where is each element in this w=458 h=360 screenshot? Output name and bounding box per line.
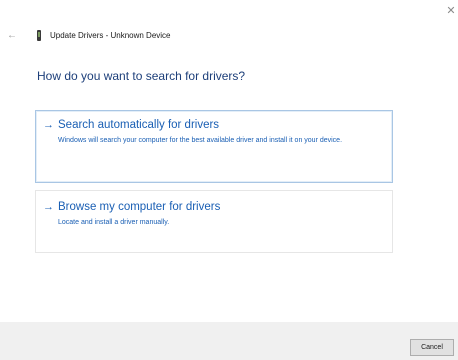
option-description: Locate and install a driver manually.	[58, 219, 170, 226]
window-title: Update Drivers - Unknown Device	[50, 31, 171, 40]
option-title: Search automatically for drivers	[58, 119, 220, 131]
search-automatically-option[interactable]: → Search automatically for drivers Windo…	[35, 110, 393, 183]
browse-computer-option[interactable]: → Browse my computer for drivers Locate …	[35, 190, 393, 253]
footer-bar	[0, 322, 458, 360]
device-icon	[37, 30, 41, 41]
arrow-right-icon: →	[43, 119, 54, 131]
page-heading: How do you want to search for drivers?	[37, 69, 246, 83]
cancel-button[interactable]: Cancel	[410, 339, 454, 356]
arrow-right-icon: →	[43, 201, 54, 213]
option-title: Browse my computer for drivers	[58, 201, 221, 213]
option-description: Windows will search your computer for th…	[58, 137, 343, 144]
back-arrow-icon[interactable]: ←	[7, 30, 19, 42]
close-icon[interactable]: ✕	[444, 4, 458, 18]
update-drivers-window: ✕ ← Update Drivers - Unknown Device How …	[0, 0, 458, 360]
